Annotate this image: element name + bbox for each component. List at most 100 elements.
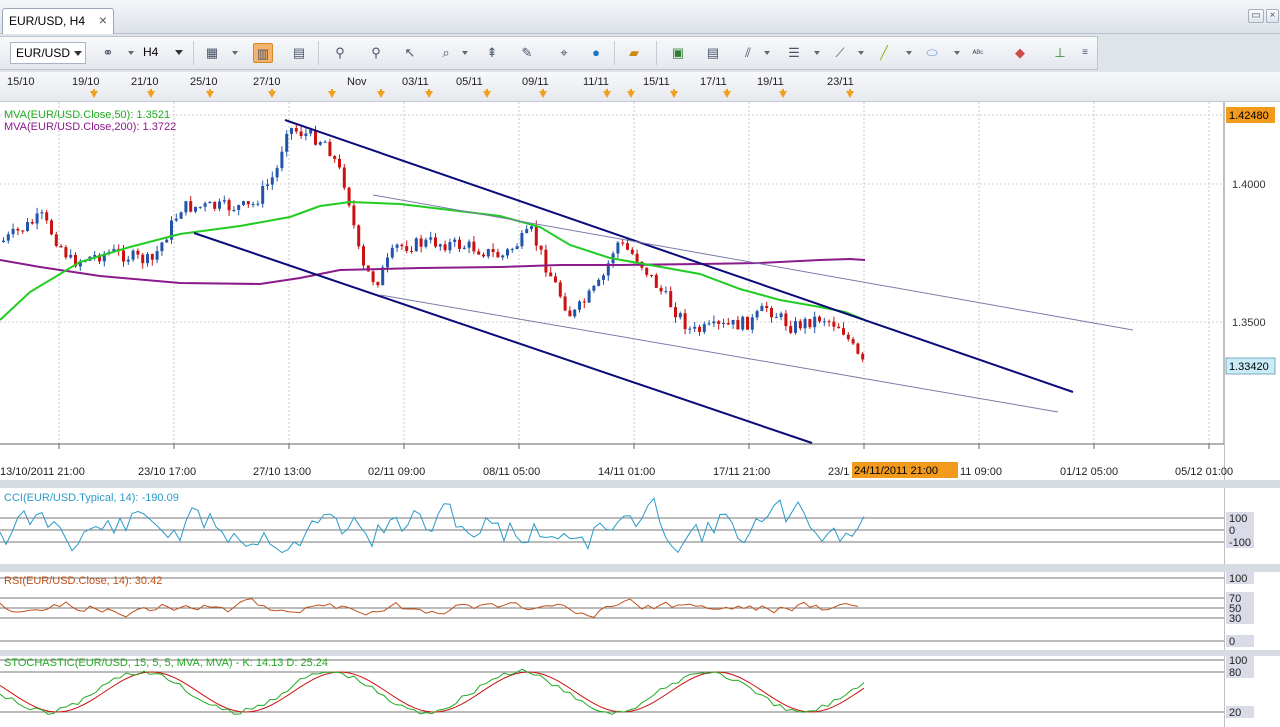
candle: [645, 267, 649, 275]
panel-splitter[interactable]: [0, 564, 1280, 572]
date-marker-icon[interactable]: [425, 89, 433, 98]
channel-icon[interactable]: ☰: [784, 43, 804, 63]
candle: [813, 316, 817, 328]
date-marker-icon[interactable]: [723, 89, 731, 98]
candle: [328, 141, 332, 157]
rsi-level-label: 0: [1229, 636, 1235, 648]
chevron-down-icon[interactable]: [462, 51, 468, 55]
date-marker-icon[interactable]: [603, 89, 611, 98]
candle: [808, 318, 812, 328]
candle: [290, 128, 293, 134]
date-navigation-strip[interactable]: 15/10 19/10 21/10 25/10 27/10 Nov 03/11 05/11 09…: [0, 72, 1280, 102]
date-marker-icon[interactable]: [779, 89, 787, 98]
chevron-down-icon[interactable]: [232, 51, 238, 55]
timeframe-select[interactable]: H4: [138, 42, 186, 64]
date-marker-icon[interactable]: [206, 89, 214, 98]
edit-chart-icon[interactable]: ✎: [517, 43, 537, 63]
candle-chart-icon[interactable]: ▤: [289, 43, 309, 63]
cursor-time-label: 24/11/2011 21:00: [854, 465, 938, 477]
objects-tree-icon[interactable]: ⊥: [1050, 43, 1070, 63]
candle: [261, 186, 265, 204]
candle: [750, 317, 754, 330]
zoom-area-icon[interactable]: ⌕: [436, 43, 456, 63]
chart-settings-icon[interactable]: ▦: [202, 43, 222, 63]
zoom-in-icon[interactable]: ⚲: [366, 43, 386, 63]
date-marker-icon[interactable]: [483, 89, 491, 98]
chevron-down-icon[interactable]: [764, 51, 770, 55]
eraser-icon[interactable]: ◆: [1010, 43, 1030, 63]
mva-50-legend: MVA(EUR/USD.Close,50): 1.3521: [4, 109, 170, 121]
crosshair-icon[interactable]: ⌖: [554, 43, 574, 63]
date-marker-icon[interactable]: [539, 89, 547, 98]
date-marker-icon[interactable]: [627, 89, 635, 98]
pen-icon[interactable]: ╱: [874, 43, 894, 63]
date-strip-label[interactable]: 15/11: [643, 76, 670, 88]
symbol-select[interactable]: EUR/USD: [10, 42, 86, 64]
date-strip-label[interactable]: Nov: [347, 76, 367, 88]
toolbar-overflow-icon[interactable]: ≡: [1078, 43, 1092, 63]
image-icon[interactable]: ▣: [668, 43, 688, 63]
candle: [141, 254, 145, 264]
date-marker-icon[interactable]: [846, 89, 854, 98]
date-strip-label[interactable]: 21/10: [131, 76, 159, 88]
chart-area[interactable]: MVA(EUR/USD.Close,50): 1.3521 MVA(EUR/US…: [0, 102, 1280, 727]
candle: [702, 324, 706, 332]
symbol-link-icon[interactable]: ⚭: [98, 43, 118, 63]
ellipse-icon[interactable]: ⬭: [922, 43, 942, 63]
fibonacci-icon[interactable]: ⫽: [738, 43, 758, 63]
restore-window-icon[interactable]: ▭: [1248, 9, 1264, 23]
candle: [155, 251, 159, 260]
chevron-down-icon[interactable]: [906, 51, 912, 55]
trendline-icon[interactable]: ⟋: [830, 43, 850, 63]
date-marker-icon[interactable]: [268, 89, 276, 98]
date-strip-label[interactable]: 27/10: [253, 76, 281, 88]
chevron-down-icon[interactable]: [814, 51, 820, 55]
ruler-icon[interactable]: ▰: [624, 43, 644, 63]
panel-splitter[interactable]: [0, 650, 1280, 656]
candle: [827, 321, 831, 323]
date-strip-label[interactable]: 11/11: [583, 76, 609, 88]
date-strip-label[interactable]: 19/10: [72, 76, 100, 88]
date-marker-icon[interactable]: [90, 89, 98, 98]
template-icon[interactable]: ▤: [703, 43, 723, 63]
date-strip-label[interactable]: 19/11: [757, 76, 784, 88]
date-strip-label[interactable]: 15/10: [7, 76, 35, 88]
date-marker-icon[interactable]: [147, 89, 155, 98]
candle: [338, 158, 341, 168]
candle: [861, 353, 865, 360]
candle: [621, 242, 625, 244]
candle: [179, 212, 183, 219]
candle: [698, 326, 701, 332]
date-strip-label[interactable]: 03/11: [402, 76, 429, 88]
candle: [688, 328, 692, 330]
candle: [203, 203, 207, 207]
close-window-icon[interactable]: ×: [1266, 9, 1279, 23]
date-strip-label[interactable]: 17/11: [700, 76, 727, 88]
text-icon[interactable]: ᴬᴮᶜ: [968, 43, 988, 63]
candle: [280, 151, 284, 169]
candle: [294, 128, 298, 132]
pointer-icon[interactable]: ↖: [400, 43, 420, 63]
tab-close-icon[interactable]: ×: [99, 13, 107, 27]
panel-splitter[interactable]: [0, 480, 1280, 488]
globe-icon[interactable]: ●: [586, 43, 606, 63]
chevron-down-icon[interactable]: [858, 51, 864, 55]
chevron-down-icon: [175, 50, 183, 55]
date-strip-label[interactable]: 09/11: [522, 76, 549, 88]
date-marker-icon[interactable]: [377, 89, 385, 98]
levels-icon[interactable]: ⇞: [482, 43, 502, 63]
chart-tab[interactable]: EUR/USD, H4 ×: [2, 8, 114, 34]
chevron-down-icon[interactable]: [954, 51, 960, 55]
date-marker-icon[interactable]: [328, 89, 336, 98]
date-marker-icon[interactable]: [670, 89, 678, 98]
date-strip-label[interactable]: 23/11: [827, 76, 854, 88]
date-strip-label[interactable]: 25/10: [190, 76, 218, 88]
bar-chart-icon[interactable]: ▥: [253, 43, 273, 63]
date-strip-label[interactable]: 05/11: [456, 76, 483, 88]
indicator-icon[interactable]: ⚲: [330, 43, 350, 63]
chevron-down-icon[interactable]: [128, 51, 134, 55]
candle: [664, 291, 668, 293]
candle: [717, 321, 721, 324]
candle: [184, 201, 188, 213]
candle: [198, 206, 202, 208]
